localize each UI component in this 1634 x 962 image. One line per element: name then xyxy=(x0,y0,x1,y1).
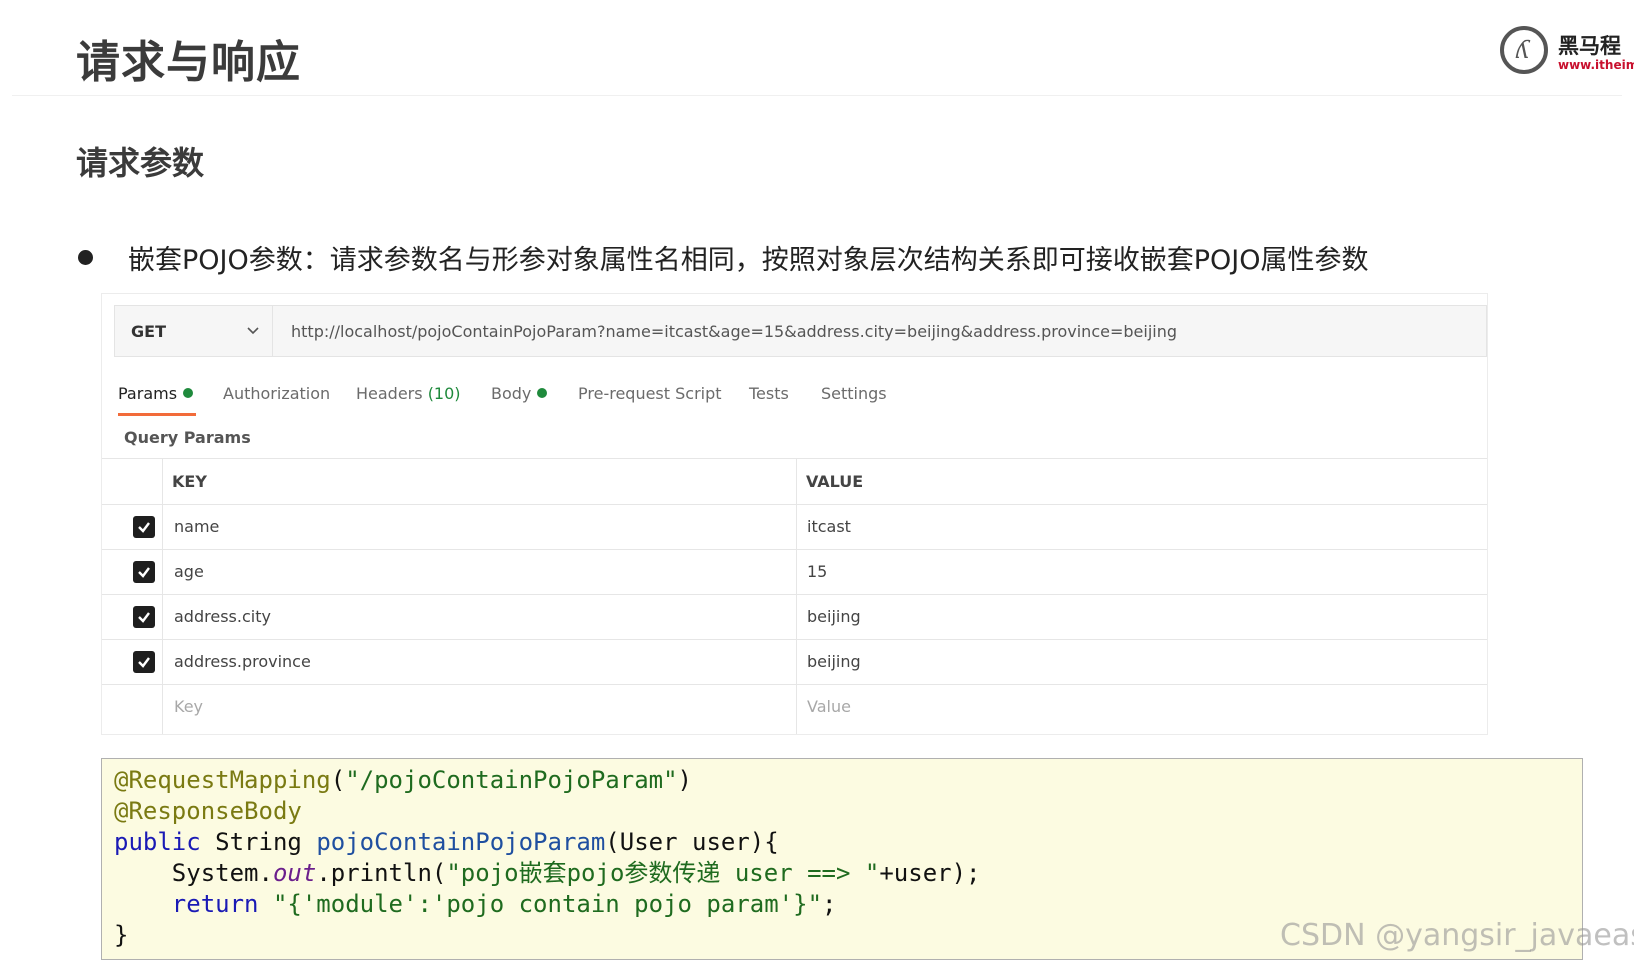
table-row-new: Key Value xyxy=(102,684,1487,729)
watermark: CSDN @yangsir_javaeasy xyxy=(1280,918,1634,953)
code-type: String xyxy=(215,828,302,856)
row-checkbox[interactable] xyxy=(133,606,155,628)
tab-label: Params xyxy=(118,384,178,403)
tab-tests[interactable]: Tests xyxy=(749,384,789,403)
chevron-down-icon xyxy=(247,327,259,335)
logo-url: www.itheim xyxy=(1558,58,1634,72)
param-key[interactable]: age xyxy=(174,562,204,581)
section-title: 请求参数 xyxy=(76,144,205,182)
tab-label: Pre-request Script xyxy=(578,384,722,403)
param-value[interactable]: itcast xyxy=(807,517,851,536)
url-bar: GET http://localhost/pojoContainPojoPara… xyxy=(114,305,1487,357)
new-key-input[interactable]: Key xyxy=(174,697,203,716)
code-string: "pojo嵌套pojo参数传递 user ==> " xyxy=(446,859,880,887)
tab-label: Settings xyxy=(821,384,887,403)
code-annotation: @RequestMapping xyxy=(114,766,331,794)
active-tab-indicator xyxy=(118,413,196,416)
body-status-dot xyxy=(537,388,548,398)
code-method-name: pojoContainPojoParam xyxy=(316,828,606,856)
table-row: name itcast xyxy=(102,504,1487,550)
checkmark-icon xyxy=(138,567,150,578)
request-panel: GET http://localhost/pojoContainPojoPara… xyxy=(101,293,1488,735)
query-params-label: Query Params xyxy=(124,428,251,447)
code-field: out xyxy=(272,859,317,887)
page-title: 请求与响应 xyxy=(76,37,301,88)
tab-label: Authorization xyxy=(223,384,331,403)
tab-body[interactable]: Body xyxy=(491,384,548,403)
table-row: address.province beijing xyxy=(102,639,1487,685)
table-header-row: KEY VALUE xyxy=(102,459,1487,505)
column-header-value: VALUE xyxy=(806,472,864,491)
tab-params[interactable]: Params xyxy=(118,384,194,403)
url-input[interactable]: http://localhost/pojoContainPojoParam?na… xyxy=(291,322,1177,341)
code-call: .println( xyxy=(316,859,447,887)
tab-authorization[interactable]: Authorization xyxy=(223,384,330,403)
column-header-key: KEY xyxy=(172,472,207,491)
param-key[interactable]: address.city xyxy=(174,607,271,626)
param-value[interactable]: 15 xyxy=(807,562,827,581)
code-string: "/pojoContainPojoParam" xyxy=(345,766,678,794)
brand-logo: ʎ 黑马程 www.itheim xyxy=(1500,26,1634,82)
method-select[interactable]: GET xyxy=(115,306,273,356)
header-divider xyxy=(12,95,1622,96)
checkmark-icon xyxy=(138,657,150,668)
row-checkbox[interactable] xyxy=(133,651,155,673)
column-divider xyxy=(796,458,797,734)
new-value-input[interactable]: Value xyxy=(807,697,851,716)
code-keyword: public xyxy=(114,828,201,856)
tab-label: Tests xyxy=(749,384,789,403)
method-label: GET xyxy=(131,322,166,341)
params-status-dot xyxy=(183,388,194,398)
param-value[interactable]: beijing xyxy=(807,607,861,626)
params-table: KEY VALUE name itcast age 15 address.cit… xyxy=(102,458,1487,735)
param-key[interactable]: name xyxy=(174,517,219,536)
param-value[interactable]: beijing xyxy=(807,652,861,671)
checkmark-icon xyxy=(138,612,150,623)
code-tail: +user); xyxy=(879,859,981,887)
table-row: age 15 xyxy=(102,549,1487,595)
code-annotation: @ResponseBody xyxy=(114,797,302,825)
code-closing-brace: } xyxy=(114,921,129,949)
tab-settings[interactable]: Settings xyxy=(821,384,887,403)
code-object: System. xyxy=(171,859,273,887)
code-keyword: return xyxy=(171,890,259,918)
table-row: address.city beijing xyxy=(102,594,1487,640)
code-string: "{'module':'pojo contain pojo param'}" xyxy=(272,890,823,918)
tab-headers[interactable]: Headers (10) xyxy=(356,384,461,403)
logo-name: 黑马程 xyxy=(1558,34,1621,58)
headers-count: (10) xyxy=(427,384,461,403)
row-checkbox[interactable] xyxy=(133,561,155,583)
row-checkbox[interactable] xyxy=(133,516,155,538)
param-key[interactable]: address.province xyxy=(174,652,311,671)
bullet-text: 嵌套POJO参数：请求参数名与形参对象属性名相同，按照对象层次结构关系即可接收嵌… xyxy=(128,245,1369,276)
checkmark-icon xyxy=(138,522,150,533)
bullet-icon xyxy=(78,250,93,265)
tab-pre-request-script[interactable]: Pre-request Script xyxy=(578,384,722,403)
code-params: (User user){ xyxy=(605,828,779,856)
code-tail: ; xyxy=(822,890,837,918)
tab-label: Headers xyxy=(356,384,423,403)
tab-label: Body xyxy=(491,384,532,403)
logo-mark-icon: ʎ xyxy=(1500,26,1548,74)
column-divider xyxy=(162,458,163,734)
